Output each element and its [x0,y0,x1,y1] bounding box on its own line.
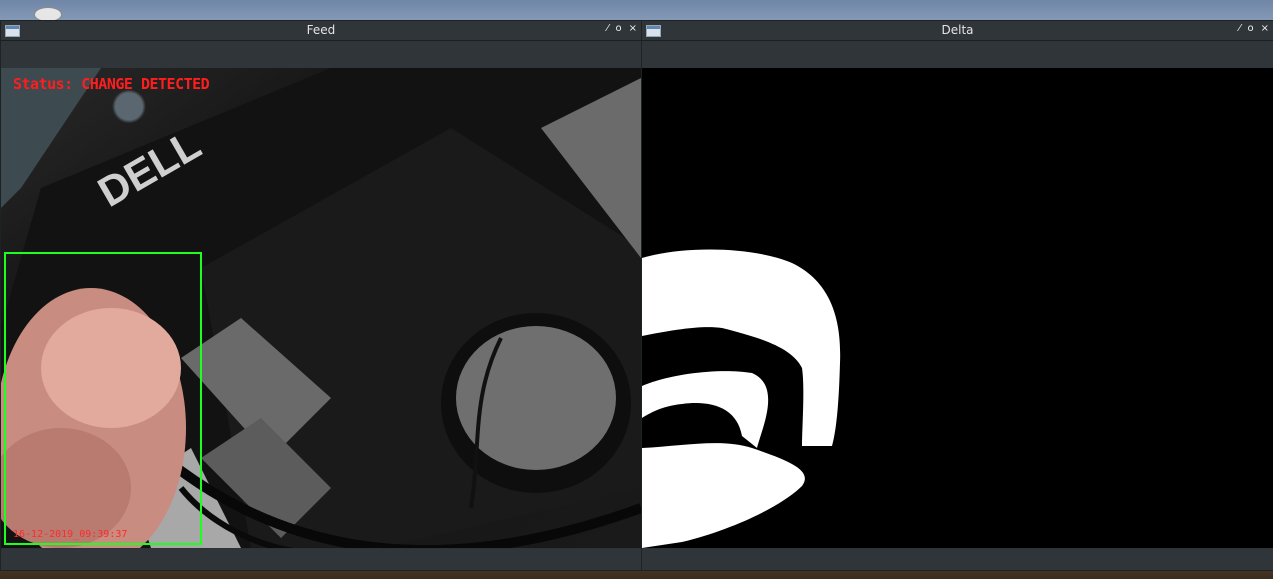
delta-titlebar[interactable]: Delta ⁄ o × [642,21,1273,41]
window-title: Feed [306,23,336,37]
camera-feed-image: DELL Status: CHANGE DETECTED 16-12-2019_… [1,68,641,548]
close-icon[interactable]: × [629,23,637,34]
feed-window: Feed ⁄ o × DELL Status: CHANGE DETECTED … [0,20,642,571]
delta-mask [642,249,841,548]
maximize-icon[interactable]: o [615,23,621,34]
motion-detection-box [4,252,202,545]
close-icon[interactable]: × [1261,23,1269,34]
maximize-icon[interactable]: o [1247,23,1253,34]
feed-titlebar[interactable]: Feed ⁄ o × [1,21,641,41]
delta-image [642,68,1273,548]
timestamp-text: 16-12-2019_09:39:37 [13,529,128,540]
window-controls: ⁄ o × [607,23,637,34]
delta-window: Delta ⁄ o × [641,20,1273,571]
minimize-icon[interactable]: ⁄ [1239,23,1241,34]
minimize-icon[interactable]: ⁄ [607,23,609,34]
delta-statusbar [642,549,1273,570]
status-text: Status: CHANGE DETECTED [13,75,210,93]
window-controls: ⁄ o × [1239,23,1269,34]
feed-toolbar [1,41,641,68]
window-title: Delta [941,23,974,37]
delta-toolbar [642,41,1273,68]
feed-statusbar [1,549,641,570]
